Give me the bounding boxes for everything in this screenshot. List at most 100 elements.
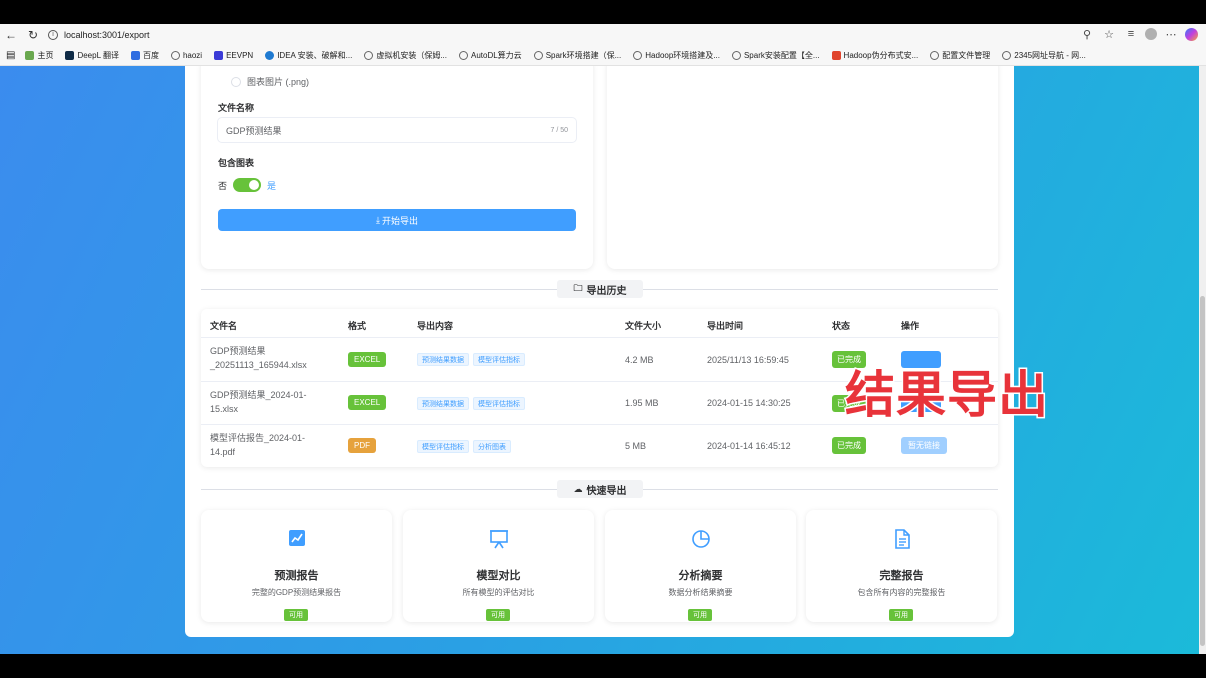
bookmark-item[interactable]: Spark安装配置【全...	[731, 50, 820, 61]
available-badge: 可用	[889, 609, 913, 621]
browser-window: ← ↻ i localhost:3001/export ⚲ ☆ ≡ ⋯ ▤ 主页…	[0, 24, 1206, 654]
export-time: 2025/11/13 16:59:45	[707, 355, 789, 365]
history-title: 🗀 导出历史	[557, 280, 643, 298]
available-badge: 可用	[688, 609, 712, 621]
bookmark-item[interactable]: haozi	[170, 50, 202, 60]
export-settings-card: 图表图片 (.png) 文件名称 GDP预测结果 7 / 50 包含图表 否 是…	[201, 66, 593, 269]
quick-card-forecast-report[interactable]: 预测报告 完整的GDP预测结果报告 可用	[201, 510, 392, 622]
screen: ← ↻ i localhost:3001/export ⚲ ☆ ≡ ⋯ ▤ 主页…	[0, 0, 1206, 678]
switch-on-text: 是	[267, 180, 277, 191]
column-header: 导出时间	[707, 321, 744, 331]
bookmark-item[interactable]: 2345网址导航 - 网...	[1002, 50, 1086, 61]
bookmark-item[interactable]: 虚拟机安装（保姆...	[364, 50, 447, 61]
format-tag: PDF	[348, 438, 376, 453]
card-title: 模型对比	[476, 570, 521, 582]
page-scrollbar[interactable]	[1199, 66, 1206, 654]
filename-value: GDP预测结果	[226, 125, 282, 136]
file-size: 4.2 MB	[625, 355, 654, 365]
copilot-icon[interactable]	[1185, 27, 1198, 41]
toolbar-right: ⚲ ☆ ≡ ⋯	[1079, 26, 1198, 42]
back-icon[interactable]: ←	[0, 24, 22, 45]
zoom-icon[interactable]: ⚲	[1079, 26, 1095, 42]
export-page: 图表图片 (.png) 文件名称 GDP预测结果 7 / 50 包含图表 否 是…	[185, 66, 1014, 637]
filename-input[interactable]: GDP预测结果 7 / 50	[218, 118, 576, 142]
card-title: 分析摘要	[678, 570, 723, 582]
card-title: 完整报告	[879, 570, 924, 582]
format-tag: EXCEL	[348, 352, 387, 367]
export-time: 2024-01-15 14:30:25	[707, 398, 791, 408]
bookmarks-bar: ▤ 主页 DeepL 翻译 百度 haozi EEVPN IDEA 安装、破解和…	[0, 45, 1206, 66]
radio-button[interactable]	[231, 76, 241, 87]
no-link-button[interactable]: 暂无链接	[901, 437, 947, 454]
content-tags: 预测结果数据 模型评估指标	[417, 352, 529, 366]
format-tag: EXCEL	[348, 395, 387, 410]
bookmark-item[interactable]: AutoDL算力云	[459, 50, 522, 61]
column-header: 状态	[832, 321, 851, 331]
content-tags: 预测结果数据 模型评估指标	[417, 396, 529, 410]
bookmark-item[interactable]: DeepL 翻译	[65, 50, 119, 61]
page-viewport: 图表图片 (.png) 文件名称 GDP预测结果 7 / 50 包含图表 否 是…	[0, 66, 1199, 654]
pie-chart-icon	[605, 528, 796, 550]
card-description: 所有模型的评估对比	[462, 588, 535, 597]
status-badge: 已完成	[832, 437, 866, 454]
download-icon: ⤓	[376, 214, 380, 225]
quick-card-model-compare[interactable]: 模型对比 所有模型的评估对比 可用	[403, 510, 594, 622]
start-export-button[interactable]: ⤓ 开始导出	[218, 209, 576, 231]
column-header: 文件大小	[625, 321, 662, 331]
reload-icon[interactable]: ↻	[22, 24, 44, 45]
format-option-png[interactable]: 图表图片 (.png)	[231, 75, 309, 88]
card-description: 数据分析结果摘要	[668, 588, 733, 597]
file-name: GDP预测结果_2024-01- 15.xlsx	[210, 390, 307, 414]
switch-off-text: 否	[218, 180, 228, 191]
column-header: 格式	[348, 321, 367, 331]
bookmark-item[interactable]: 主页	[25, 50, 53, 61]
bookmark-item[interactable]: Hadoop伪分布式安...	[831, 50, 918, 61]
presentation-icon	[403, 528, 594, 550]
switch-knob	[249, 180, 260, 190]
card-description: 包含所有内容的完整报告	[857, 588, 946, 597]
quick-card-analysis-summary[interactable]: 分析摘要 数据分析结果摘要 可用	[605, 510, 796, 622]
document-icon	[806, 528, 997, 550]
file-size: 5 MB	[625, 441, 647, 451]
favorites-list-icon[interactable]: ≡	[1123, 26, 1139, 42]
scrollbar-thumb[interactable]	[1200, 296, 1205, 646]
include-charts-switch[interactable]	[233, 178, 262, 192]
address-bar-row: ← ↻ i localhost:3001/export ⚲ ☆ ≡ ⋯	[0, 24, 1206, 45]
export-preview-card	[607, 66, 998, 269]
include-charts-switch-row: 否 是	[218, 178, 276, 192]
filename-char-count: 7 / 50	[550, 126, 568, 134]
overlay-caption: 结果导出	[844, 366, 1050, 425]
bookmark-item[interactable]: 百度	[130, 50, 159, 61]
site-info-icon[interactable]: i	[48, 29, 58, 40]
available-badge: 可用	[284, 609, 308, 621]
bookmark-item[interactable]: Spark环境搭建（保...	[533, 50, 621, 61]
upload-cloud-icon: ☁	[573, 483, 583, 494]
column-header: 操作	[901, 321, 920, 331]
bookmark-item[interactable]: Hadoop环境搭建及...	[633, 50, 720, 61]
card-description: 完整的GDP预测结果报告	[251, 588, 342, 597]
column-header: 文件名	[210, 321, 238, 331]
card-title: 预测报告	[274, 570, 319, 582]
quick-export-title: ☁ 快速导出	[557, 480, 643, 498]
table-header-row: 文件名 格式 导出内容 文件大小 导出时间 状态 操作	[201, 309, 998, 338]
available-badge: 可用	[486, 609, 510, 621]
content-tags: 模型评估指标 分析图表	[417, 439, 515, 453]
file-name: 模型评估报告_2024-01- 14.pdf	[210, 433, 306, 457]
url-text: localhost:3001/export	[64, 29, 150, 40]
file-size: 1.95 MB	[625, 398, 659, 408]
column-header: 导出内容	[417, 321, 454, 331]
quick-card-full-report[interactable]: 完整报告 包含所有内容的完整报告 可用	[806, 510, 997, 622]
reading-mode-icon[interactable]: ▤	[6, 50, 15, 61]
include-charts-label: 包含图表	[218, 158, 255, 168]
favorite-star-icon[interactable]: ☆	[1101, 26, 1117, 42]
filename-label: 文件名称	[218, 103, 255, 113]
bookmark-item[interactable]: 配置文件管理	[930, 50, 990, 61]
more-menu-icon[interactable]: ⋯	[1163, 26, 1179, 42]
profile-avatar[interactable]	[1145, 28, 1157, 40]
bookmark-item[interactable]: IDEA 安装、破解和...	[265, 50, 352, 61]
export-time: 2024-01-14 16:45:12	[707, 441, 791, 451]
url-field[interactable]: i localhost:3001/export	[48, 26, 1078, 43]
trend-chart-icon	[201, 528, 392, 548]
file-name: GDP预测结果 _20251113_165944.xlsx	[210, 346, 307, 370]
bookmark-item[interactable]: EEVPN	[214, 50, 253, 60]
